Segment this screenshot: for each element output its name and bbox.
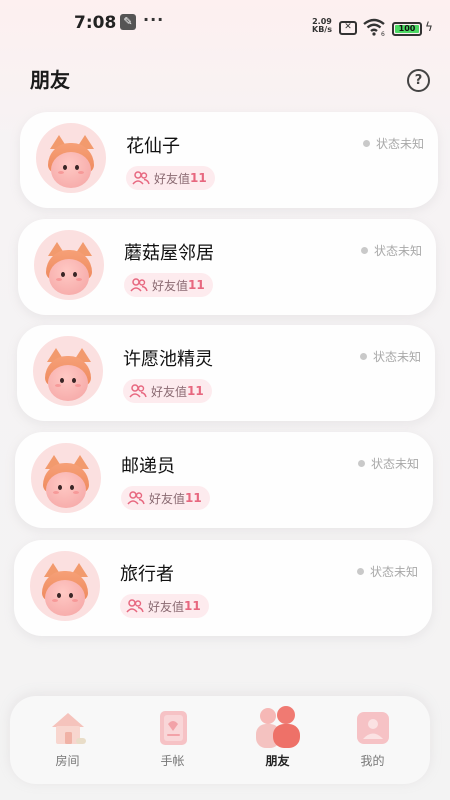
friend-card[interactable]: 许愿池精灵 状态未知 好友值 11 — [17, 325, 435, 421]
friend-status: 状态未知 — [362, 135, 424, 152]
affinity-label: 好友值 — [151, 384, 188, 399]
help-icon[interactable]: ? — [407, 69, 430, 92]
bottom-nav: 房间 手帐 朋友 我的 — [10, 696, 430, 784]
house-icon — [51, 713, 86, 744]
battery-level: 100 — [395, 25, 419, 33]
affinity-badge: 好友值 11 — [124, 273, 213, 297]
friend-name: 花仙子 — [126, 136, 180, 157]
nav-label: 手帐 — [160, 754, 185, 768]
nav-item-journal[interactable]: 手帐 — [120, 696, 225, 784]
profile-icon — [356, 712, 389, 744]
friend-status-text: 状态未知 — [369, 565, 418, 579]
affinity-label: 好友值 — [154, 171, 191, 186]
affinity-label: 好友值 — [148, 599, 185, 614]
status-dot-icon — [356, 568, 364, 575]
friend-status-text: 状态未知 — [370, 457, 419, 471]
page-title: 朋友 — [30, 68, 70, 92]
friend-avatar — [30, 551, 100, 621]
friends-icon — [132, 171, 150, 185]
friend-avatar — [34, 230, 104, 300]
status-dot-icon — [357, 460, 365, 467]
status-dot-icon — [360, 247, 368, 254]
friends-icon — [126, 599, 144, 613]
network-speed: 2.09 KB/s — [312, 18, 332, 34]
friend-status-text: 状态未知 — [372, 350, 421, 364]
network-speed-unit: KB/s — [312, 25, 332, 34]
status-time: 7:08 — [74, 13, 117, 33]
affinity-value: 11 — [184, 599, 201, 613]
friend-status-text: 状态未知 — [373, 244, 422, 258]
nav-item-friends[interactable]: 朋友 — [225, 696, 330, 784]
friend-card[interactable]: 蘑菇屋邻居 状态未知 好友值 11 — [18, 219, 436, 315]
affinity-badge: 好友值 11 — [120, 594, 209, 618]
notebook-icon — [159, 711, 187, 745]
friend-name: 旅行者 — [120, 564, 174, 585]
affinity-value: 11 — [188, 278, 205, 292]
friend-avatar — [33, 336, 103, 406]
friend-status-text: 状态未知 — [375, 137, 424, 151]
friend-status: 状态未知 — [357, 455, 419, 472]
affinity-badge: 好友值 11 — [126, 166, 215, 190]
battery-icon: 100 — [392, 22, 422, 36]
nav-item-me[interactable]: 我的 — [320, 696, 425, 784]
friend-avatar — [31, 443, 101, 513]
friend-card[interactable]: 旅行者 状态未知 好友值 11 — [14, 540, 432, 636]
affinity-value: 11 — [187, 384, 204, 398]
friend-avatar — [36, 123, 106, 193]
wifi-sub-label: 6 — [381, 31, 385, 36]
nav-item-room[interactable]: 房间 — [15, 696, 120, 784]
friends-icon — [255, 706, 300, 748]
nav-label: 朋友 — [265, 754, 290, 768]
charging-icon: ϟ — [425, 20, 433, 34]
friend-status: 状态未知 — [356, 563, 418, 580]
nav-label: 我的 — [360, 754, 385, 768]
affinity-value: 11 — [185, 491, 202, 505]
friends-icon — [129, 384, 147, 398]
friends-icon — [130, 278, 148, 292]
wifi-icon: 6 — [363, 18, 385, 36]
affinity-label: 好友值 — [149, 491, 186, 506]
status-dot-icon — [359, 353, 367, 360]
affinity-label: 好友值 — [152, 278, 189, 293]
friend-status: 状态未知 — [359, 348, 421, 365]
affinity-badge: 好友值 11 — [123, 379, 212, 403]
friend-name: 蘑菇屋邻居 — [124, 243, 214, 264]
more-notifications-icon: ··· — [143, 10, 165, 29]
friend-name: 邮递员 — [121, 456, 175, 477]
friend-status: 状态未知 — [360, 242, 422, 259]
affinity-value: 11 — [190, 171, 207, 185]
wrench-icon: ✎ — [120, 14, 136, 30]
no-sim-icon: ✕ — [339, 21, 357, 35]
friend-name: 许愿池精灵 — [123, 349, 213, 370]
friends-icon — [127, 491, 145, 505]
friend-card[interactable]: 花仙子 状态未知 好友值 11 — [20, 112, 438, 208]
affinity-badge: 好友值 11 — [121, 486, 210, 510]
status-bar: 7:08 ✎ ··· 2.09 KB/s ✕ 6 100 ϟ — [0, 0, 450, 48]
nav-label: 房间 — [55, 754, 80, 768]
friend-card[interactable]: 邮递员 状态未知 好友值 11 — [15, 432, 433, 528]
status-dot-icon — [362, 140, 370, 147]
